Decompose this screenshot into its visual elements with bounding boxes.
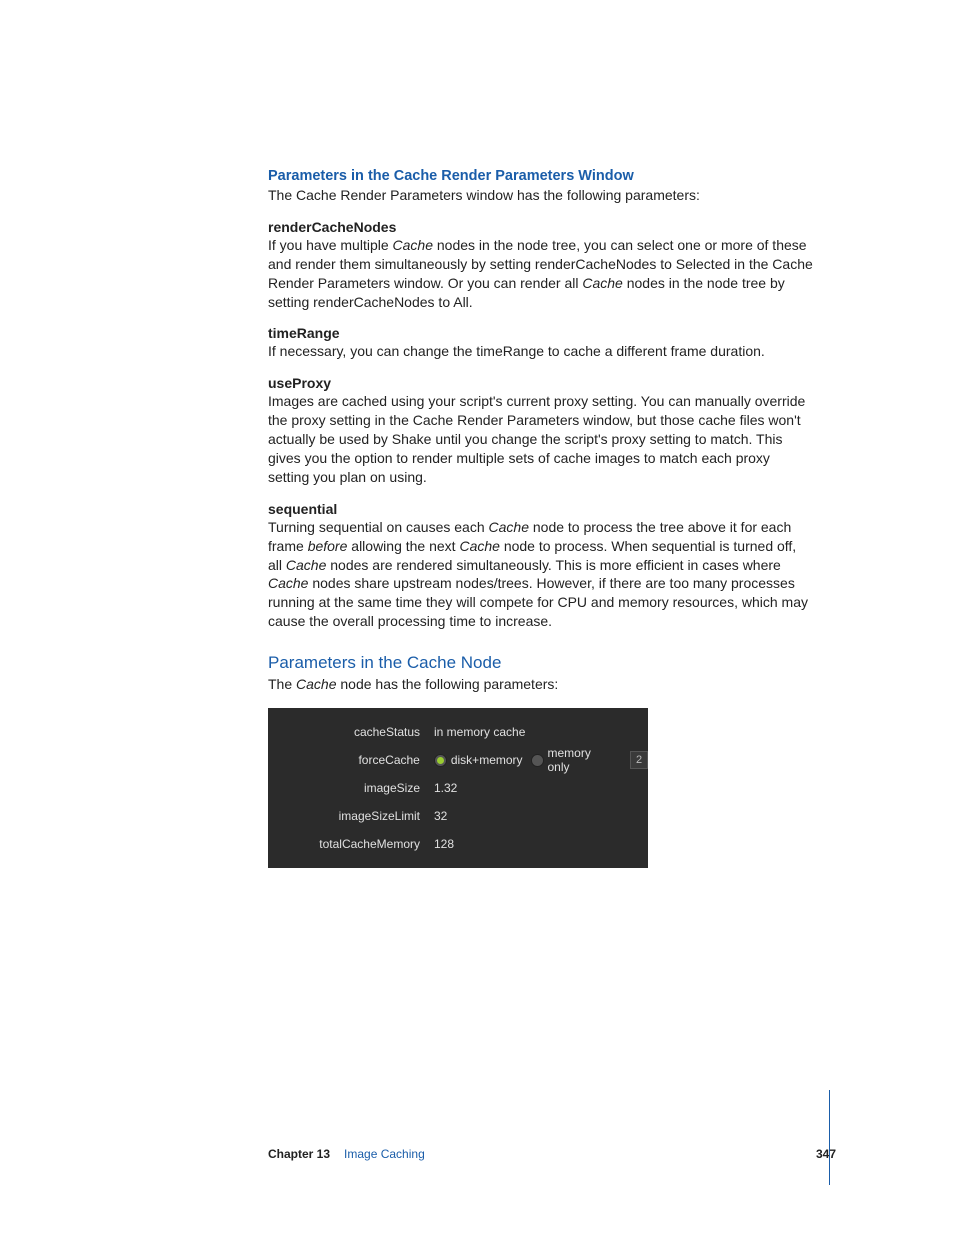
- page-footer: Chapter 13 Image Caching 347: [268, 1147, 836, 1161]
- label-totalcachememory: totalCacheMemory: [268, 837, 434, 851]
- forcecache-numbox[interactable]: 2: [630, 751, 648, 769]
- row-imagesize: imageSize 1.32: [268, 774, 648, 802]
- footer-chapter: Chapter 13: [268, 1147, 330, 1161]
- label-cachestatus: cacheStatus: [268, 725, 434, 739]
- param-name-rendercachenodes: renderCacheNodes: [268, 219, 814, 235]
- param-text-rendercachenodes: If you have multiple Cache nodes in the …: [268, 236, 814, 312]
- radio-memory-only[interactable]: memory only: [531, 746, 617, 774]
- param-text-sequential: Turning sequential on causes each Cache …: [268, 518, 814, 631]
- heading-cache-node: Parameters in the Cache Node: [268, 653, 814, 673]
- label-imagesizelimit: imageSizeLimit: [268, 809, 434, 823]
- intro-render-params: The Cache Render Parameters window has t…: [268, 186, 814, 205]
- heading-render-params: Parameters in the Cache Render Parameter…: [268, 168, 814, 184]
- radio-dot-on-icon: [434, 754, 447, 767]
- radio-dot-off-icon: [531, 754, 544, 767]
- cache-node-panel: cacheStatus in memory cache forceCache d…: [268, 708, 648, 868]
- radio-disk-memory[interactable]: disk+memory: [434, 753, 523, 767]
- page: Parameters in the Cache Render Parameter…: [0, 0, 954, 1235]
- row-totalcachememory: totalCacheMemory 128: [268, 830, 648, 858]
- label-imagesize: imageSize: [268, 781, 434, 795]
- radio-label-memory-only: memory only: [548, 746, 617, 774]
- row-imagesizelimit: imageSizeLimit 32: [268, 802, 648, 830]
- value-imagesizelimit: 32: [434, 809, 447, 823]
- row-forcecache: forceCache disk+memory memory only 2: [268, 746, 648, 774]
- param-name-useproxy: useProxy: [268, 375, 814, 391]
- param-text-useproxy: Images are cached using your script's cu…: [268, 392, 814, 486]
- footer-section: Image Caching: [344, 1147, 425, 1161]
- footer-page-number: 347: [816, 1147, 836, 1161]
- param-name-sequential: sequential: [268, 501, 814, 517]
- footer-divider: [829, 1090, 830, 1185]
- intro-cache-node: The Cache node has the following paramet…: [268, 675, 814, 694]
- label-forcecache: forceCache: [268, 753, 434, 767]
- value-cachestatus: in memory cache: [434, 725, 525, 739]
- radio-label-disk-memory: disk+memory: [451, 753, 523, 767]
- param-name-timerange: timeRange: [268, 325, 814, 341]
- value-totalcachememory: 128: [434, 837, 454, 851]
- row-cachestatus: cacheStatus in memory cache: [268, 718, 648, 746]
- param-text-timerange: If necessary, you can change the timeRan…: [268, 342, 814, 361]
- value-imagesize: 1.32: [434, 781, 457, 795]
